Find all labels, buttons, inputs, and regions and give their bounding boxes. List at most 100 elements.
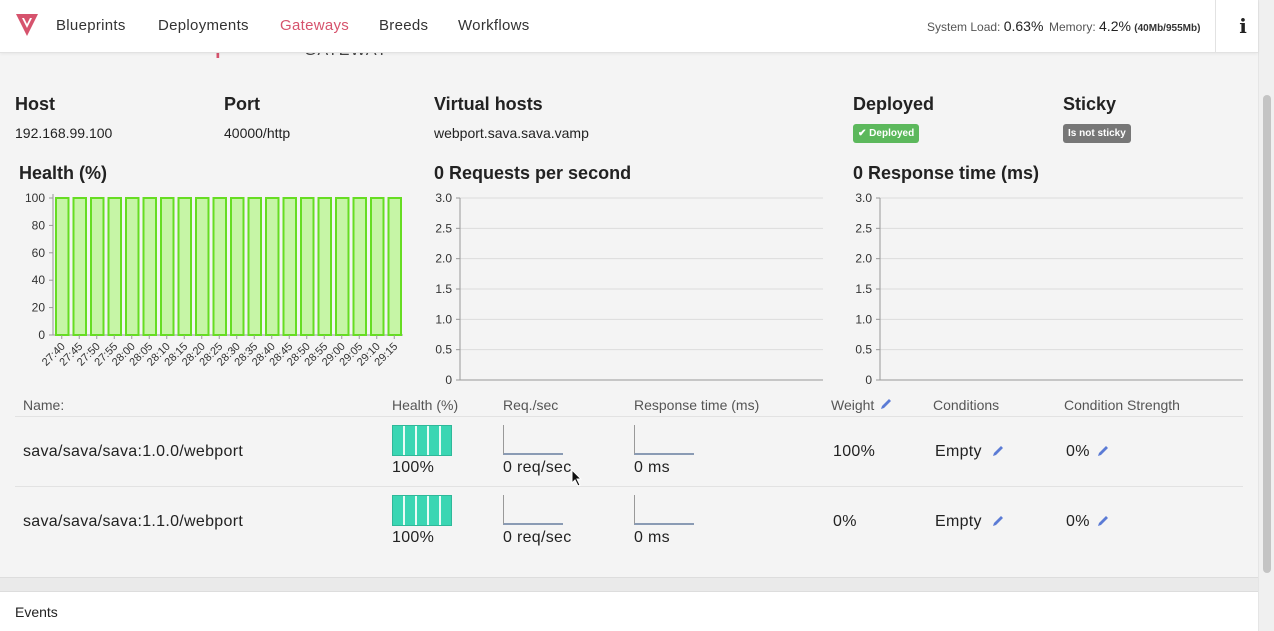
edit-strength-pencil-icon[interactable] — [1096, 514, 1110, 528]
virtual-hosts-label: Virtual hosts — [434, 94, 543, 114]
bar — [142, 197, 157, 336]
bar — [300, 197, 315, 336]
row-req-sparkline — [503, 425, 563, 455]
row-req-sparkline — [503, 495, 563, 525]
host-value: 192.168.99.100 — [15, 125, 113, 141]
row-name: sava/sava/sava:1.1.0/webport — [23, 513, 244, 530]
memory-label: Memory: — [1049, 20, 1096, 34]
row-health-sparkbar — [392, 495, 452, 526]
bar — [212, 197, 227, 336]
bar — [177, 197, 192, 336]
y-tick-label: 3.0 — [855, 191, 872, 205]
top-navbar: Blueprints Deployments Gateways Breeds W… — [0, 0, 1258, 53]
row-resp: 0 ms — [634, 459, 670, 476]
y-tick-label: 0.5 — [435, 343, 452, 357]
health-chart-title: Health (%) — [19, 163, 108, 183]
y-tick-label: 1.5 — [435, 282, 452, 296]
scrollbar[interactable] — [1258, 0, 1274, 631]
scrollbar-thumb[interactable] — [1263, 95, 1271, 573]
memory-value: 4.2% — [1099, 18, 1131, 34]
row-weight: 0% — [833, 513, 857, 530]
row-resp-sparkline — [634, 425, 694, 455]
edit-strength-pencil-icon[interactable] — [1096, 444, 1110, 458]
y-tick-label: 1.0 — [855, 312, 872, 326]
y-tick-label: 20 — [32, 301, 46, 315]
requests-chart-title: 0 Requests per second — [434, 163, 632, 183]
col-condition-strength: Condition Strength — [1064, 397, 1180, 413]
y-tick-label: 2.0 — [855, 252, 872, 266]
bar — [387, 197, 402, 336]
col-conditions: Conditions — [933, 397, 1000, 413]
deployed-badge-label: Deployed — [869, 128, 915, 139]
response-time-chart: 0 0.5 1.0 1.5 2.0 2.5 3.0 — [855, 191, 1243, 385]
row-weight: 100% — [833, 443, 876, 460]
nav-workflows[interactable]: Workflows — [458, 17, 530, 34]
row-resp-sparkline — [634, 495, 694, 525]
bar — [247, 197, 262, 336]
nav-blueprints[interactable]: Blueprints — [56, 17, 126, 34]
y-tick-label: 2.5 — [855, 221, 872, 235]
row-condition-strength: 0% — [1066, 513, 1090, 530]
edit-conditions-pencil-icon[interactable] — [991, 514, 1005, 528]
edit-weight-pencil-icon[interactable] — [879, 397, 893, 411]
row-req: 0 req/sec — [503, 459, 572, 476]
row-conditions: Empty — [935, 513, 982, 530]
y-tick-label: 0 — [865, 373, 872, 385]
y-tick-label: 1.0 — [435, 312, 452, 326]
check-icon: ✔ — [858, 128, 867, 139]
info-icon[interactable]: i — [1232, 14, 1254, 38]
bar — [107, 197, 122, 336]
edit-conditions-pencil-icon[interactable] — [991, 444, 1005, 458]
col-health: Health (%) — [392, 397, 459, 413]
port-label: Port — [224, 94, 260, 114]
bar — [195, 197, 210, 336]
y-tick-label: 0 — [445, 373, 452, 385]
nav-deployments[interactable]: Deployments — [158, 17, 249, 34]
mouse-cursor-icon — [571, 469, 583, 487]
row-resp: 0 ms — [634, 529, 670, 546]
system-load: System Load: 0.63% — [927, 18, 1043, 34]
virtual-hosts-value: webport.sava.sava.vamp — [434, 125, 589, 141]
bar — [125, 197, 140, 336]
bar — [72, 197, 87, 336]
system-load-label: System Load: — [927, 20, 1001, 34]
bar — [352, 197, 367, 336]
row-req: 0 req/sec — [503, 529, 572, 546]
events-panel[interactable]: Events — [0, 591, 1258, 631]
y-tick-label: 80 — [32, 218, 46, 232]
bar — [55, 197, 70, 336]
row-health-sparkbar — [392, 425, 452, 456]
footer-separator — [0, 577, 1258, 591]
y-tick-label: 60 — [32, 246, 46, 260]
y-tick-label: 2.5 — [435, 221, 452, 235]
bar — [370, 197, 385, 336]
bar — [282, 197, 297, 336]
col-weight: Weight — [831, 397, 875, 413]
row-conditions: Empty — [935, 443, 982, 460]
bar — [90, 197, 105, 336]
host-label: Host — [15, 94, 55, 114]
memory-detail: (40Mb/955Mb) — [1134, 23, 1201, 34]
nav-divider — [1215, 0, 1216, 53]
bar — [160, 197, 175, 336]
col-response-time: Response time (ms) — [634, 397, 760, 413]
nav-gateways[interactable]: Gateways — [280, 17, 349, 34]
events-label[interactable]: Events — [15, 604, 58, 620]
bar — [335, 197, 350, 336]
y-tick-label: 3.0 — [435, 191, 452, 205]
memory-usage: Memory: 4.2% (40Mb/955Mb) — [1049, 18, 1200, 34]
vamp-logo-icon[interactable] — [16, 14, 38, 36]
row-health: 100% — [392, 459, 435, 476]
nav-breeds[interactable]: Breeds — [379, 17, 428, 34]
response-chart-title: 0 Response time (ms) — [853, 163, 1040, 183]
table-divider — [15, 486, 1243, 487]
row-health: 100% — [392, 529, 435, 546]
bar — [317, 197, 332, 336]
deployed-label: Deployed — [853, 94, 935, 114]
row-condition-strength: 0% — [1066, 443, 1090, 460]
col-req: Req./sec — [503, 397, 559, 413]
y-tick-label: 40 — [32, 273, 46, 287]
table-divider — [15, 416, 1243, 417]
y-tick-label: 0 — [38, 328, 45, 342]
sticky-badge: Is not sticky — [1063, 124, 1131, 143]
